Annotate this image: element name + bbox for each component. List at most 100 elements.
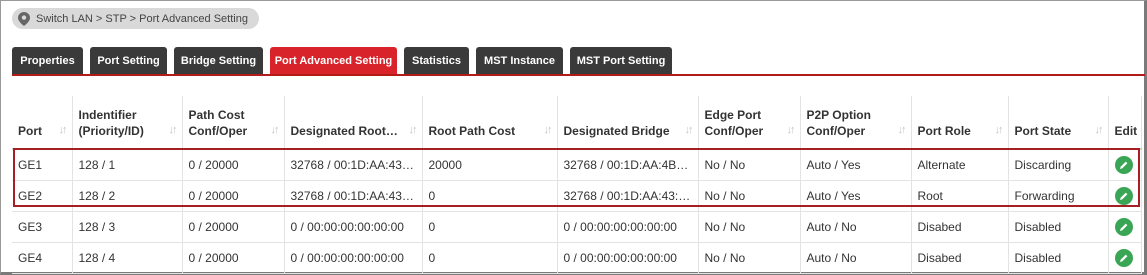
table-body: GE1 128 / 10 / 20000 32768 / 00:1D:AA:43:…… <box>12 149 1142 274</box>
port-advanced-table: Port ↓↑ Indentifier (Priority/ID) ↓↑ Path Cos… <box>12 96 1142 274</box>
sort-arrows-icon[interactable]: ↓↑ <box>1095 122 1104 138</box>
tab-mst-instance[interactable]: MST Instance <box>476 47 563 75</box>
location-pin-icon <box>18 11 30 26</box>
sort-arrows-icon[interactable]: ↓↑ <box>409 122 418 138</box>
column-header-sublabel: (Priority/ID) <box>78 124 144 138</box>
column-header-6[interactable]: Edge Port Conf/Oper ↓↑ <box>698 96 801 150</box>
column-header-label: Port State <box>1014 124 1072 138</box>
table-cell: 128 / 1 <box>72 149 183 181</box>
column-header-10[interactable]: Edit <box>1108 96 1142 150</box>
table-row[interactable]: GE2 128 / 20 / 20000 32768 / 00:1D:AA:43:…… <box>12 180 1142 212</box>
sort-arrows-icon[interactable]: ↓↑ <box>787 122 796 138</box>
tab-statistics[interactable]: Statistics <box>404 47 469 75</box>
table-cell: 0 / 20000 <box>182 211 285 243</box>
table-cell: Auto / No <box>800 242 912 274</box>
column-header-5[interactable]: Designated Bridge ↓↑ <box>557 96 699 150</box>
tab-bar: Properties Port Setting Bridge Setting P… <box>12 47 679 75</box>
table-cell: 0 / 00:00:00:00:00:00 <box>557 211 699 243</box>
sort-arrows-icon[interactable]: ↓↑ <box>169 122 178 138</box>
sort-arrows-icon[interactable]: ↓↑ <box>271 122 280 138</box>
column-header-label: P2P Option <box>806 108 871 122</box>
table-cell: GE2 <box>12 180 73 212</box>
column-header-sublabel: Conf/Oper <box>806 124 866 138</box>
tab-underline <box>12 74 1145 76</box>
table-cell: 32768 / 00:1D:AA:43:… <box>557 180 699 212</box>
table-cell: Disabled <box>1008 242 1109 274</box>
column-header-2[interactable]: Path Cost Conf/Oper ↓↑ <box>182 96 285 150</box>
sort-arrows-icon[interactable]: ↓↑ <box>995 122 1004 138</box>
tab-mst-port-setting[interactable]: MST Port Setting <box>570 47 672 75</box>
table-cell: 0 / 00:00:00:00:00:00 <box>284 242 423 274</box>
edit-pencil-icon[interactable] <box>1114 155 1133 174</box>
column-header-label: Indentifier <box>78 108 137 122</box>
table-cell: 0 / 20000 <box>182 242 285 274</box>
edit-cell <box>1108 149 1142 181</box>
sort-arrows-icon[interactable]: ↓↑ <box>544 122 553 138</box>
sort-arrows-icon[interactable]: ↓↑ <box>898 122 907 138</box>
table-header-row: Port ↓↑ Indentifier (Priority/ID) ↓↑ Path Cos… <box>12 96 1142 150</box>
tab-properties[interactable]: Properties <box>12 47 83 75</box>
column-header-label: Edit <box>1114 124 1138 138</box>
column-header-label: Root Path Cost <box>428 124 516 138</box>
tab-port-advanced-setting[interactable]: Port Advanced Setting <box>270 47 397 75</box>
column-header-1[interactable]: Indentifier (Priority/ID) ↓↑ <box>72 96 183 150</box>
table-cell: No / No <box>698 149 801 181</box>
sort-arrows-icon[interactable]: ↓↑ <box>59 122 68 138</box>
table-cell: 0 / 20000 <box>182 180 285 212</box>
table-cell: Forwarding <box>1008 180 1109 212</box>
table-cell: Disabed <box>911 211 1009 243</box>
tab-bridge-setting[interactable]: Bridge Setting <box>174 47 263 75</box>
column-header-3[interactable]: Designated Root… ↓↑ <box>284 96 423 150</box>
edit-pencil-icon[interactable] <box>1114 248 1133 267</box>
edit-pencil-icon[interactable] <box>1114 217 1133 236</box>
table-cell: No / No <box>698 180 801 212</box>
table-cell: No / No <box>698 242 801 274</box>
edit-pencil-icon[interactable] <box>1114 186 1133 205</box>
sort-arrows-icon[interactable]: ↓↑ <box>685 122 694 138</box>
table-cell: Alternate <box>911 149 1009 181</box>
table-cell: Auto / Yes <box>800 180 912 212</box>
column-header-7[interactable]: P2P Option Conf/Oper ↓↑ <box>800 96 912 150</box>
table-cell: 128 / 2 <box>72 180 183 212</box>
edit-cell <box>1108 180 1142 212</box>
edit-cell <box>1108 211 1142 243</box>
table-cell: 20000 <box>422 149 558 181</box>
table-cell: 0 / 00:00:00:00:00:00 <box>284 211 423 243</box>
table-cell: GE4 <box>12 242 73 274</box>
table-cell: GE3 <box>12 211 73 243</box>
column-header-label: Path Cost <box>188 108 245 122</box>
table-cell: Discarding <box>1008 149 1109 181</box>
column-header-label: Designated Root… <box>290 124 398 138</box>
edit-cell <box>1108 242 1142 274</box>
table-cell: 128 / 3 <box>72 211 183 243</box>
column-header-0[interactable]: Port ↓↑ <box>12 96 73 150</box>
table-cell: 0 / 00:00:00:00:00:00 <box>557 242 699 274</box>
column-header-sublabel: Conf/Oper <box>704 124 764 138</box>
table-cell: Disabed <box>911 242 1009 274</box>
column-header-8[interactable]: Port Role ↓↑ <box>911 96 1009 150</box>
table-cell: Auto / Yes <box>800 149 912 181</box>
column-header-9[interactable]: Port State ↓↑ <box>1008 96 1109 150</box>
column-header-sublabel: Conf/Oper <box>188 124 248 138</box>
table-cell: 0 <box>422 211 558 243</box>
column-header-label: Designated Bridge <box>563 124 670 138</box>
table-cell: 32768 / 00:1D:AA:43:… <box>284 149 423 181</box>
table-cell: Disabled <box>1008 211 1109 243</box>
table-cell: 0 <box>422 242 558 274</box>
table-row[interactable]: GE1 128 / 10 / 20000 32768 / 00:1D:AA:43:…… <box>12 149 1142 181</box>
table-row[interactable]: GE4 128 / 40 / 20000 0 / 00:00:00:00:00:00… <box>12 242 1142 274</box>
table-cell: Root <box>911 180 1009 212</box>
table-cell: No / No <box>698 211 801 243</box>
tab-port-setting[interactable]: Port Setting <box>90 47 167 75</box>
table-cell: 32768 / 00:1D:AA:43:… <box>284 180 423 212</box>
column-header-4[interactable]: Root Path Cost ↓↑ <box>422 96 558 150</box>
table-cell: GE1 <box>12 149 73 181</box>
breadcrumb: Switch LAN > STP > Port Advanced Setting <box>12 8 259 29</box>
column-header-label: Port Role <box>917 124 971 138</box>
table-cell: 32768 / 00:1D:AA:4B:… <box>557 149 699 181</box>
table-cell: 0 <box>422 180 558 212</box>
table-cell: Auto / No <box>800 211 912 243</box>
table-cell: 0 / 20000 <box>182 149 285 181</box>
table-row[interactable]: GE3 128 / 30 / 20000 0 / 00:00:00:00:00:00… <box>12 211 1142 243</box>
column-header-label: Edge Port <box>704 108 762 122</box>
